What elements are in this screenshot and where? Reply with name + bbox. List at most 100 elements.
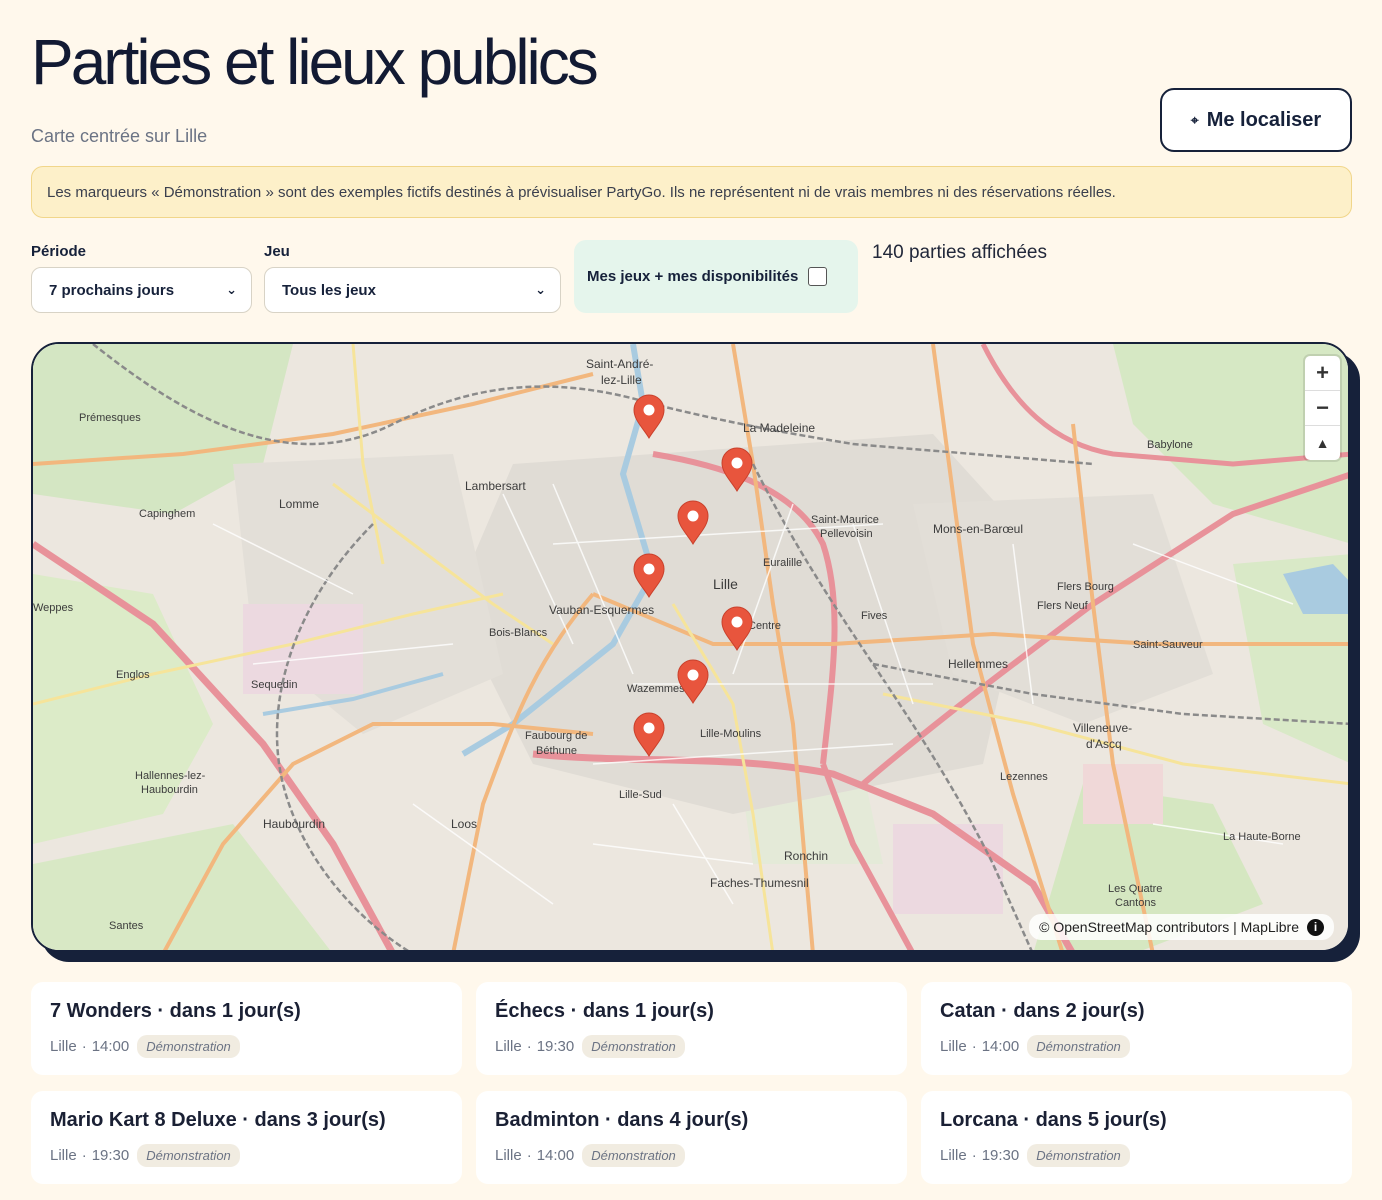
map-label: Euralille <box>763 557 802 569</box>
session-city: Lille <box>940 1038 967 1055</box>
map-label: La Madeleine <box>743 421 815 435</box>
map-label: Centre <box>748 620 781 632</box>
attribution-text[interactable]: © OpenStreetMap contributors | MapLibre <box>1039 919 1299 935</box>
demo-badge: Démonstration <box>1027 1035 1130 1058</box>
map-label: Hellemmes <box>948 657 1008 671</box>
session-title: Mario Kart 8 Deluxe · dans 3 jour(s) <box>50 1109 386 1131</box>
demo-notice-banner: Les marqueurs « Démonstration » sont des… <box>31 166 1352 218</box>
map-canvas[interactable]: Saint-André- lez-Lille La Madeleine Lamb… <box>31 342 1350 952</box>
map-label: Lille-Sud <box>619 789 662 801</box>
chevron-down-icon: ⌄ <box>535 282 546 297</box>
session-time: 19:30 <box>536 1038 575 1055</box>
map-label: Béthune <box>536 745 577 757</box>
zoom-out-button[interactable]: − <box>1305 391 1340 426</box>
map-label: Haubourdin <box>141 784 198 796</box>
session-city: Lille <box>940 1147 967 1164</box>
map-label: Saint-André- <box>586 357 653 371</box>
map-label: Saint-Sauveur <box>1133 639 1203 651</box>
session-title: Lorcana · dans 5 jour(s) <box>940 1109 1167 1131</box>
map-label: d'Ascq <box>1086 737 1122 751</box>
map-label: La Haute-Borne <box>1223 831 1301 843</box>
period-select[interactable]: 7 prochains jours ⌄ <box>31 267 252 313</box>
map-label: Flers Bourg <box>1057 581 1114 593</box>
session-card[interactable]: Catan · dans 2 jour(s) Lille · 14:00 Démons… <box>921 982 1352 1075</box>
map-label: Vauban-Esquermes <box>549 603 654 617</box>
chevron-down-icon: ⌄ <box>226 282 237 297</box>
map-zoom-controls: + − ▲ <box>1305 356 1340 460</box>
map-label: Ronchin <box>784 849 828 863</box>
session-city: Lille <box>50 1038 77 1055</box>
locate-me-button[interactable]: ⌖ Me localiser <box>1160 88 1352 152</box>
session-city: Lille <box>50 1147 77 1164</box>
map-label: Babylone <box>1147 439 1193 451</box>
map-tiles: Saint-André- lez-Lille La Madeleine Lamb… <box>33 344 1348 950</box>
map-label: Sequedin <box>251 679 298 691</box>
game-select[interactable]: Tous les jeux ⌄ <box>264 267 561 313</box>
my-games-toggle-label: Mes jeux + mes disponibilités <box>587 268 799 285</box>
map-label: Santes <box>109 920 144 932</box>
session-time: 19:30 <box>91 1147 130 1164</box>
session-card[interactable]: Lorcana · dans 5 jour(s) Lille · 19:30 Démo… <box>921 1091 1352 1184</box>
map-label: Les Quatre <box>1108 883 1162 895</box>
map-label: lez-Lille <box>601 373 642 387</box>
map-label: Hallennes-lez- <box>135 770 206 782</box>
page-title: Parties et lieux publics <box>31 26 599 98</box>
map-label: Pellevoisin <box>820 528 873 540</box>
map-label: Lille <box>713 576 738 592</box>
session-city: Lille <box>495 1147 522 1164</box>
map-label: Fives <box>861 610 888 622</box>
map-label: Lambersart <box>465 479 526 493</box>
game-label: Jeu <box>264 243 290 260</box>
my-games-checkbox[interactable] <box>808 267 828 286</box>
meta-separator: · <box>526 1147 532 1164</box>
session-time: 14:00 <box>91 1038 130 1055</box>
game-select-value: Tous les jeux <box>282 281 376 299</box>
map-label: Wazemmes <box>627 683 685 695</box>
session-card[interactable]: Badminton · dans 4 jour(s) Lille · 14:00 Dé… <box>476 1091 907 1184</box>
map-label: Englos <box>116 669 150 681</box>
period-label: Période <box>31 243 87 260</box>
map-label: Faubourg de <box>525 730 587 742</box>
session-title: Échecs · dans 1 jour(s) <box>495 1000 714 1022</box>
session-card[interactable]: Mario Kart 8 Deluxe · dans 3 jour(s) Lil… <box>31 1091 462 1184</box>
map-label: Haubourdin <box>263 817 325 831</box>
meta-separator: · <box>81 1147 87 1164</box>
map-attribution: © OpenStreetMap contributors | MapLibre … <box>1029 914 1334 940</box>
sessions-count: 140 parties affichées <box>872 242 1047 263</box>
demo-badge: Démonstration <box>582 1035 685 1058</box>
zoom-in-button[interactable]: + <box>1305 356 1340 391</box>
meta-separator: · <box>81 1038 87 1055</box>
session-title: Catan · dans 2 jour(s) <box>940 1000 1145 1022</box>
crosshair-icon: ⌖ <box>1190 111 1199 128</box>
map-label: Saint-Maurice <box>811 514 879 526</box>
map-label: Prémesques <box>79 412 141 424</box>
meta-separator: · <box>971 1147 977 1164</box>
session-card[interactable]: 7 Wonders · dans 1 jour(s) Lille · 14:00 Dé… <box>31 982 462 1075</box>
map-label: Lille-Moulins <box>700 728 762 740</box>
map-label: Mons-en-Barœul <box>933 522 1023 536</box>
demo-badge: Démonstration <box>137 1144 240 1167</box>
session-time: 14:00 <box>981 1038 1020 1055</box>
session-time: 14:00 <box>536 1147 575 1164</box>
demo-badge: Démonstration <box>137 1035 240 1058</box>
my-games-availability-toggle[interactable]: Mes jeux + mes disponibilités <box>574 240 858 313</box>
session-time: 19:30 <box>981 1147 1020 1164</box>
period-select-value: 7 prochains jours <box>49 281 175 299</box>
map-label: Weppes <box>33 602 74 614</box>
map-label: Bois-Blancs <box>489 627 548 639</box>
map-label: Faches-Thumesnil <box>710 876 809 890</box>
demo-badge: Démonstration <box>1027 1144 1130 1167</box>
session-title: 7 Wonders · dans 1 jour(s) <box>50 1000 301 1022</box>
map-label: Loos <box>451 817 477 831</box>
map-label: Capinghem <box>139 508 195 520</box>
map-label: Lomme <box>279 497 319 511</box>
session-city: Lille <box>495 1038 522 1055</box>
meta-separator: · <box>526 1038 532 1055</box>
compass-icon[interactable]: ▲ <box>1305 426 1340 460</box>
map-label: Cantons <box>1115 897 1156 909</box>
session-card[interactable]: Échecs · dans 1 jour(s) Lille · 19:30 Démon… <box>476 982 907 1075</box>
map-container: Saint-André- lez-Lille La Madeleine Lamb… <box>31 342 1360 962</box>
session-title: Badminton · dans 4 jour(s) <box>495 1109 749 1131</box>
info-icon[interactable]: i <box>1307 918 1324 936</box>
meta-separator: · <box>971 1038 977 1055</box>
